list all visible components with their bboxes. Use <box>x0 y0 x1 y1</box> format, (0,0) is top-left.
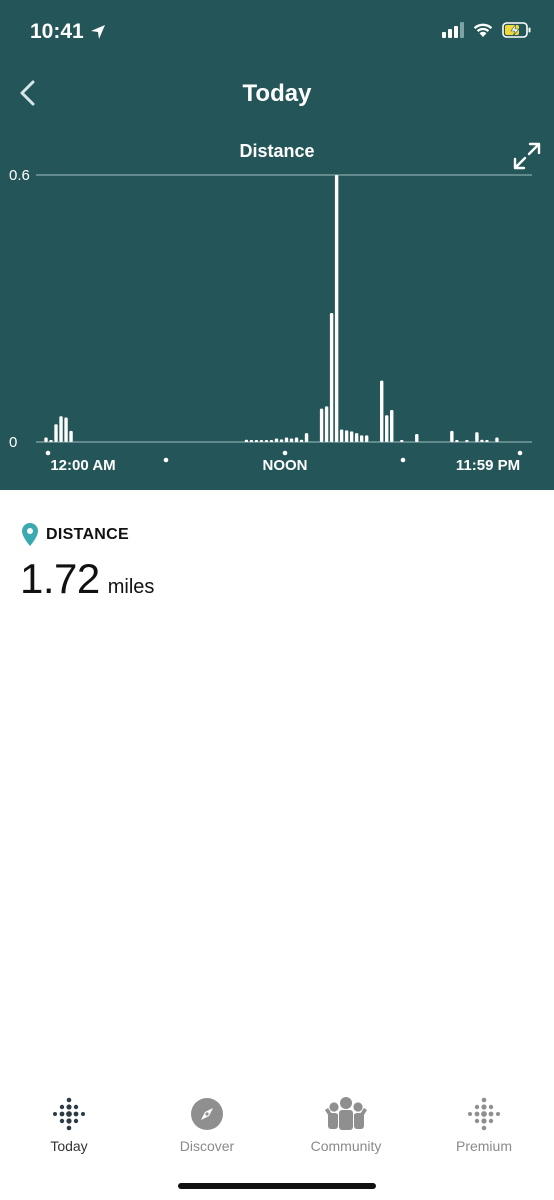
x-tick-marker <box>163 457 169 463</box>
distance-unit: miles <box>107 576 155 598</box>
chart-bar <box>334 175 339 442</box>
location-pin-icon <box>22 523 38 546</box>
chart-bar <box>244 439 249 442</box>
chart-bar <box>254 440 259 442</box>
compass-icon <box>191 1098 223 1130</box>
distance-number: 1.72 <box>20 555 100 602</box>
chart-bar <box>299 439 304 442</box>
x-tick-marker <box>517 450 523 456</box>
x-tick-label: NOON <box>263 457 308 474</box>
chart-bar <box>480 439 484 442</box>
tab-discover[interactable]: Discover <box>138 1090 276 1154</box>
chart-bar <box>54 424 58 442</box>
chart-bar <box>495 437 499 442</box>
chart-bar <box>364 435 369 442</box>
chart-bar <box>249 440 254 442</box>
x-tick-marker <box>282 450 288 456</box>
chart-bar <box>400 440 404 442</box>
chart-bar <box>59 416 63 442</box>
chart-bar <box>415 433 419 442</box>
chart-bar <box>274 438 279 442</box>
chart-bar <box>279 439 284 442</box>
today-dots-icon <box>53 1097 85 1131</box>
chart-bar <box>390 409 394 442</box>
chart-bar <box>289 438 294 442</box>
chart-bar <box>455 440 459 442</box>
chart-bar <box>349 431 354 442</box>
x-tick-marker <box>400 457 406 463</box>
chart-bar <box>269 440 274 442</box>
chart-bar <box>475 432 479 442</box>
y-tick-label: 0.6 <box>9 167 30 184</box>
chart-bar <box>264 440 269 442</box>
tab-label-today: Today <box>50 1138 88 1154</box>
chart-bar <box>344 430 349 442</box>
chart-bar <box>69 430 73 442</box>
x-tick-marker <box>45 450 51 456</box>
chart-bar <box>385 415 389 442</box>
home-indicator <box>178 1183 376 1189</box>
tab-label-premium: Premium <box>455 1138 512 1154</box>
x-tick-label: 12:00 AM <box>50 457 115 474</box>
chart-bar <box>319 408 324 442</box>
tab-label-discover: Discover <box>179 1138 235 1154</box>
community-icon <box>325 1097 367 1130</box>
y-tick-label: 0 <box>9 434 17 451</box>
chart-bar <box>329 312 334 442</box>
tab-premium[interactable]: Premium <box>415 1090 553 1154</box>
chart-bar <box>359 435 364 442</box>
chart-bar <box>450 430 454 442</box>
tab-today[interactable]: Today <box>0 1090 138 1154</box>
tab-label-community: Community <box>310 1138 382 1154</box>
header-panel: 10:41 Today Distance 0.6 0 12:00 AM NOON… <box>0 0 554 490</box>
chart-bar <box>465 440 469 442</box>
chart-bar <box>259 440 264 442</box>
chart-bar <box>49 440 53 442</box>
chart-bar <box>44 437 48 442</box>
chart-bar <box>380 380 384 442</box>
premium-dots-icon <box>468 1097 500 1131</box>
chart-bar <box>304 433 309 442</box>
chart-bar <box>284 437 289 442</box>
tab-bar: Today Discover Community Premium <box>0 1090 554 1170</box>
chart-bar <box>324 406 329 442</box>
chart-bar <box>294 437 299 442</box>
tab-community[interactable]: Community <box>277 1090 415 1154</box>
chart-bar <box>64 417 68 442</box>
section-label: DISTANCE <box>46 526 129 543</box>
chart-bar <box>485 440 489 442</box>
distance-chart[interactable]: 0.6 0 12:00 AM NOON 11:59 PM <box>0 0 554 490</box>
x-tick-label: 11:59 PM <box>456 457 520 474</box>
chart-bar <box>354 433 359 442</box>
chart-bar <box>339 429 344 442</box>
distance-value: 1.72 miles <box>20 555 154 603</box>
